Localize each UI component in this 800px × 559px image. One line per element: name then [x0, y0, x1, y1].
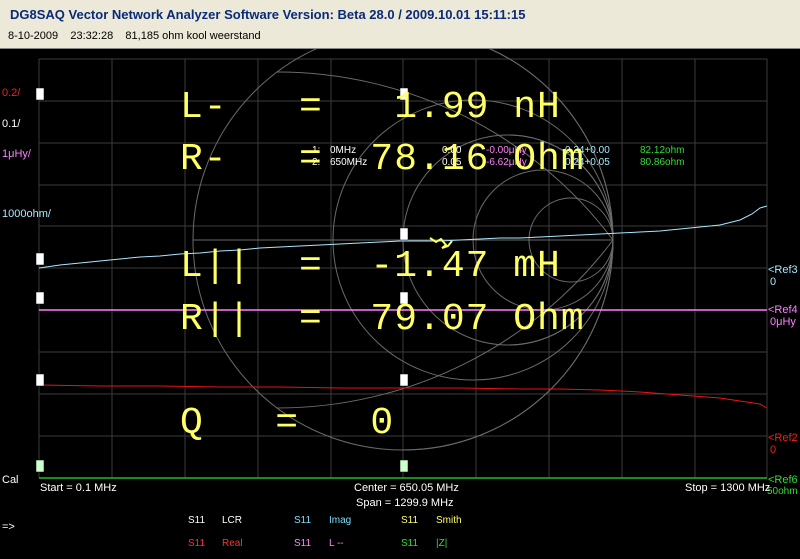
ref3-label[interactable]: <Ref3 [768, 264, 798, 276]
legend-param-inductance[interactable]: S11 [294, 538, 311, 549]
ref2-value: 0 [770, 444, 777, 456]
ref6-label[interactable]: <Ref6 [768, 474, 798, 486]
cal-label[interactable]: Cal [2, 474, 19, 486]
scale-smith: 0.1/ [2, 118, 21, 130]
freq-span[interactable]: Span = 1299.9 MHz [356, 497, 454, 509]
legend-param-real[interactable]: S11 [188, 538, 205, 549]
legend-param-lcr[interactable]: S11 [188, 515, 205, 526]
marker2-impedance: 80.86ohm [640, 157, 685, 168]
legend-param-impedance[interactable]: S11 [401, 538, 418, 549]
legend-name-smith[interactable]: Smith [436, 515, 462, 526]
legend-name-impedance[interactable]: |Z| [436, 538, 447, 549]
readout-series-resistance: R- = 78.16 Ohm [180, 138, 585, 181]
readout-q-factor: Q = 0 [180, 402, 395, 445]
legend-name-real[interactable]: Real [222, 538, 243, 549]
legend-param-imag[interactable]: S11 [294, 515, 311, 526]
readout-parallel-resistance: R|| = 79.07 Ohm [180, 298, 585, 341]
legend-param-smith[interactable]: S11 [401, 515, 418, 526]
ref4-value: 0μHy [770, 316, 796, 328]
title-bar: DG8SAQ Vector Network Analyzer Software … [0, 0, 800, 48]
freq-stop[interactable]: Stop = 1300 MHz [685, 482, 770, 494]
scale-inductance: 1μHy/ [2, 148, 31, 160]
legend-name-lcr[interactable]: LCR [222, 515, 242, 526]
arrow-indicator: => [2, 521, 15, 533]
readout-series-inductance: L- = 1.99 nH [180, 86, 561, 129]
ref2-label[interactable]: <Ref2 [768, 432, 798, 444]
legend-name-inductance[interactable]: L -- [329, 538, 344, 549]
scale-imag: 1000ohm/ [2, 208, 51, 220]
scale-real: 0.2/ [2, 87, 21, 99]
freq-center[interactable]: Center = 650.05 MHz [354, 482, 459, 494]
freq-start[interactable]: Start = 0.1 MHz [40, 482, 117, 494]
legend-name-imag[interactable]: Imag [329, 515, 351, 526]
app-title: DG8SAQ Vector Network Analyzer Software … [10, 7, 526, 22]
measurement-info: 8-10-2009 23:32:28 81,185 ohm kool weers… [8, 30, 261, 42]
readout-parallel-inductance: L|| = -1.47 mH [180, 245, 561, 288]
ref3-value: 0 [770, 276, 777, 288]
ref6-value: 50ohm [767, 486, 798, 497]
marker1-impedance: 82.12ohm [640, 145, 685, 156]
ref4-label[interactable]: <Ref4 [768, 304, 798, 316]
